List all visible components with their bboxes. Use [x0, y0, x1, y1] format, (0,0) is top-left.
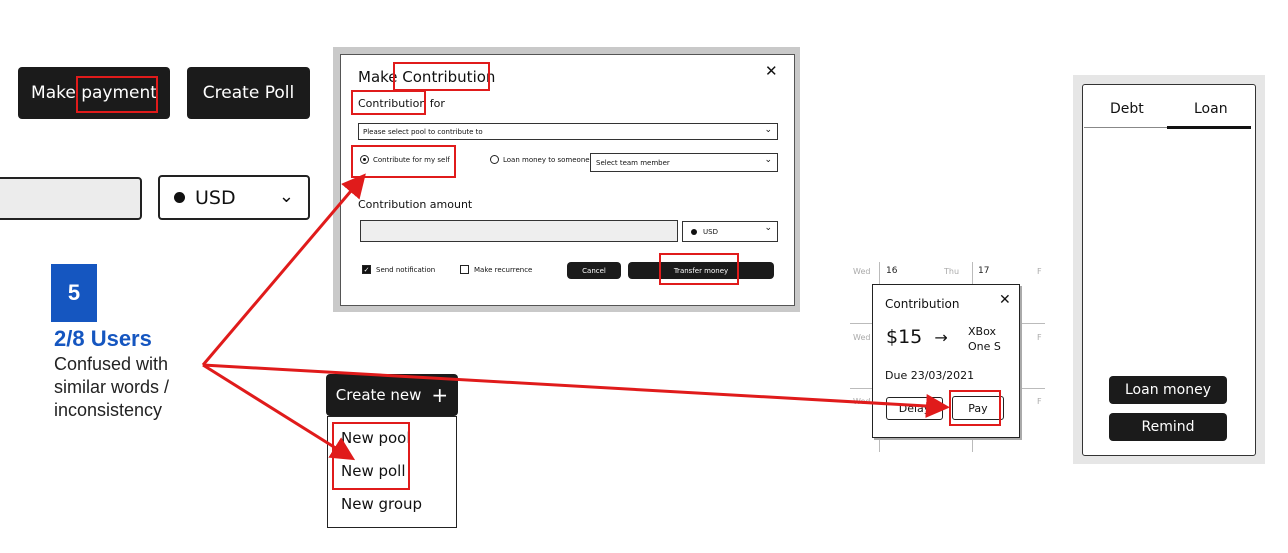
annotation-arrows: [201, 173, 950, 461]
arrow-to-pay: [202, 363, 950, 418]
arrow-to-modal: [201, 173, 366, 366]
arrow-to-menu: [202, 363, 356, 461]
